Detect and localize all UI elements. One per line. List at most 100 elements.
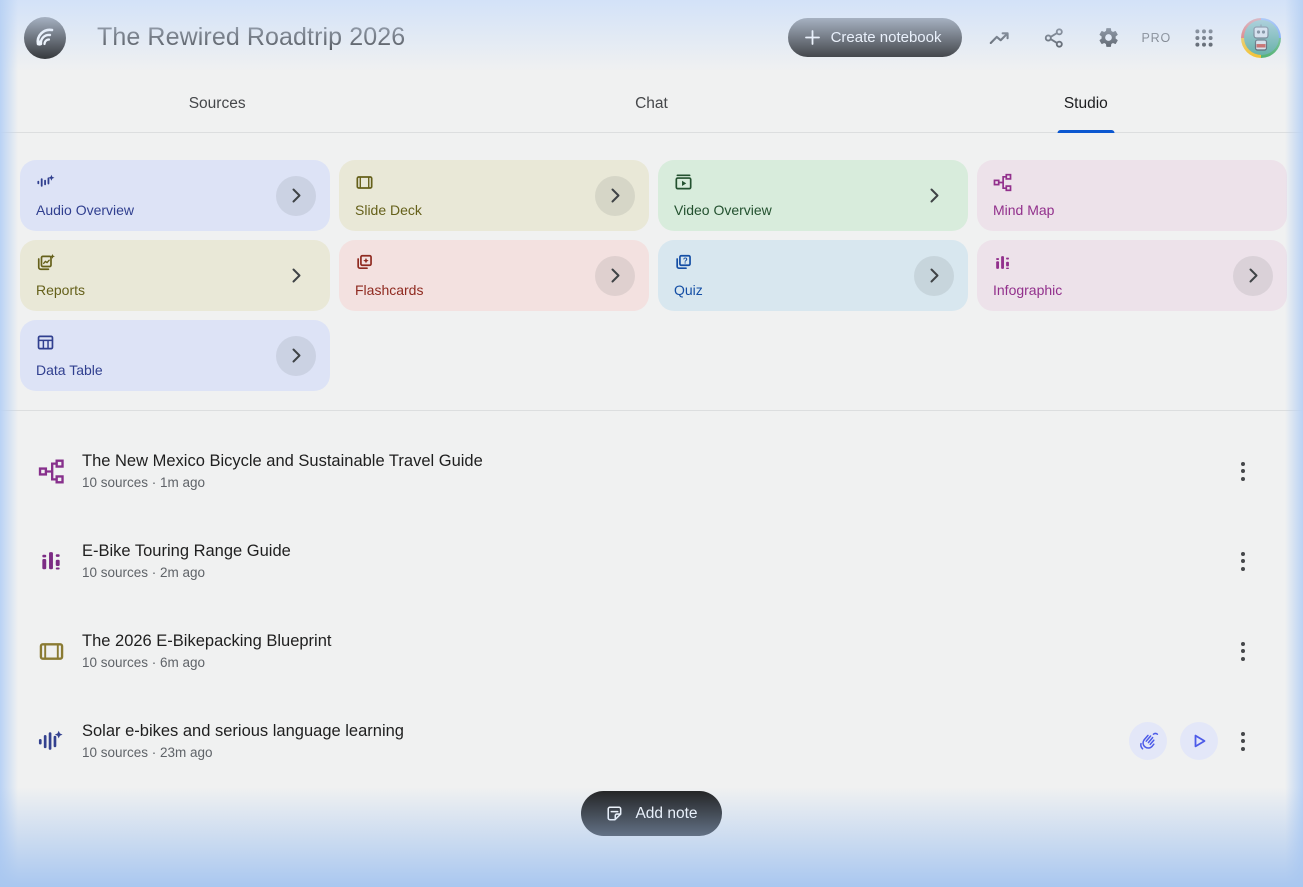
card-open-chevron-button[interactable] (1233, 255, 1273, 296)
artifact-title: Solar e-bikes and serious language learn… (82, 722, 404, 740)
audio-waveform-sparkle-icon (37, 174, 55, 187)
note-icon (607, 806, 622, 821)
mind-map-icon (36, 458, 66, 485)
card-reports[interactable]: Reports (20, 240, 330, 311)
card-label: Audio Overview (36, 202, 135, 218)
chevron-right-icon (292, 268, 300, 283)
infographic-bars-icon (996, 256, 1009, 270)
artifact-actions (1129, 722, 1255, 760)
apps-grid-button[interactable] (1186, 20, 1222, 56)
artifact-menu-button[interactable] (1231, 722, 1255, 760)
quiz-icon: ? (676, 254, 691, 270)
card-mind-map[interactable]: Mind Map (977, 160, 1287, 231)
waving-hand-icon (1140, 732, 1159, 750)
artifact-menu-button[interactable] (1231, 632, 1255, 670)
header-actions: Create notebook PRO (787, 0, 1281, 75)
plus-icon (804, 30, 820, 45)
gear-icon (1099, 28, 1118, 47)
analytics-button[interactable] (981, 20, 1017, 56)
artifact-menu-button[interactable] (1231, 542, 1255, 580)
video-overview-icon (675, 174, 692, 190)
pro-badge: PRO (1141, 30, 1171, 45)
card-label: Data Table (36, 362, 103, 378)
card-label: Video Overview (674, 202, 772, 218)
infographic-bars-icon (36, 548, 66, 574)
artifact-meta: 10 sources · 23m ago (82, 745, 213, 760)
account-avatar[interactable] (1241, 17, 1281, 58)
artifact-meta: 10 sources · 1m ago (82, 475, 206, 490)
chevron-right-icon (930, 188, 938, 203)
add-note-button[interactable]: Add note (581, 791, 722, 836)
slide-deck-icon (36, 638, 66, 665)
artifact-menu-button[interactable] (1231, 452, 1255, 490)
report-sparkle-icon (37, 253, 55, 271)
create-notebook-button[interactable]: Create notebook (787, 18, 962, 57)
chevron-right-icon (930, 268, 938, 283)
tab-chat-label: Chat (635, 95, 668, 112)
card-label: Flashcards (355, 282, 424, 298)
play-audio-button[interactable] (1180, 722, 1218, 760)
mind-map-icon (993, 173, 1012, 192)
artifact-row-infographic[interactable]: E-Bike Touring Range Guide 10 sources · … (36, 530, 1255, 592)
share-icon (1044, 27, 1063, 48)
notebooklm-app: The Rewired Roadtrip 2026 Create noteboo… (0, 0, 1303, 887)
card-quiz[interactable]: ? Quiz (658, 240, 968, 311)
svg-text:?: ? (683, 256, 688, 265)
artifact-list: The New Mexico Bicycle and Sustainable T… (0, 411, 1303, 800)
chevron-right-icon (292, 188, 300, 203)
card-open-chevron-button[interactable] (276, 256, 316, 296)
data-table-icon (37, 335, 54, 350)
artifact-row-slide-deck[interactable]: The 2026 E-Bikepacking Blueprint 10 sour… (36, 620, 1255, 682)
card-label: Quiz (674, 282, 703, 298)
tab-studio[interactable]: Studio (869, 75, 1303, 133)
card-infographic[interactable]: Infographic (977, 240, 1287, 311)
card-label: Mind Map (993, 202, 1055, 218)
kebab-menu-icon (1241, 641, 1245, 646)
artifact-text: The New Mexico Bicycle and Sustainable T… (82, 452, 483, 490)
artifact-actions (1231, 452, 1255, 490)
header: The Rewired Roadtrip 2026 Create noteboo… (0, 0, 1303, 75)
tab-chat[interactable]: Chat (434, 75, 868, 133)
card-open-chevron-button[interactable] (276, 335, 316, 376)
add-note-container: Add note (0, 791, 1303, 836)
card-open-chevron-button[interactable] (276, 175, 316, 216)
card-open-chevron-button[interactable] (914, 255, 954, 296)
artifact-text: The 2026 E-Bikepacking Blueprint 10 sour… (82, 632, 331, 670)
flashcards-icon (357, 254, 372, 270)
card-label: Slide Deck (355, 202, 422, 218)
play-icon (1194, 734, 1206, 748)
card-flashcards[interactable]: Flashcards (339, 240, 649, 311)
artifact-title: E-Bike Touring Range Guide (82, 542, 291, 560)
app-logo[interactable] (24, 17, 66, 59)
card-open-chevron-button[interactable] (595, 255, 635, 296)
create-notebook-label: Create notebook (830, 29, 942, 46)
slide-deck-icon (356, 176, 373, 189)
notebook-title[interactable]: The Rewired Roadtrip 2026 (97, 0, 405, 75)
card-open-chevron-button[interactable] (595, 175, 635, 216)
apps-grid-icon (1195, 28, 1213, 47)
add-note-label: Add note (635, 804, 698, 822)
tab-studio-label: Studio (1063, 95, 1108, 112)
tab-bar: Sources Chat Studio (0, 75, 1303, 133)
artifact-row-mind-map[interactable]: The New Mexico Bicycle and Sustainable T… (36, 440, 1255, 502)
trending-up-icon (989, 31, 1009, 44)
tab-sources[interactable]: Sources (0, 75, 434, 133)
audio-waveform-sparkle-icon (36, 727, 66, 755)
active-tab-underline (1057, 130, 1115, 133)
card-data-table[interactable]: Data Table (20, 320, 330, 391)
card-audio-overview[interactable]: Audio Overview (20, 160, 330, 231)
chevron-right-icon (1249, 268, 1257, 283)
kebab-menu-icon (1241, 461, 1245, 466)
notebooklm-logo-icon (36, 28, 54, 46)
artifact-row-audio-overview[interactable]: Solar e-bikes and serious language learn… (36, 710, 1255, 772)
card-label: Infographic (993, 282, 1063, 298)
kebab-menu-icon (1241, 551, 1245, 556)
settings-button[interactable] (1091, 20, 1127, 56)
card-slide-deck[interactable]: Slide Deck (339, 160, 649, 231)
interactive-mode-button[interactable] (1129, 722, 1167, 760)
card-open-chevron-button[interactable] (914, 176, 954, 216)
artifact-title: The 2026 E-Bikepacking Blueprint (82, 632, 332, 650)
card-video-overview[interactable]: Video Overview (658, 160, 968, 231)
studio-card-grid: Audio Overview Slide Deck Video Overview… (20, 160, 1288, 391)
share-button[interactable] (1036, 20, 1072, 56)
